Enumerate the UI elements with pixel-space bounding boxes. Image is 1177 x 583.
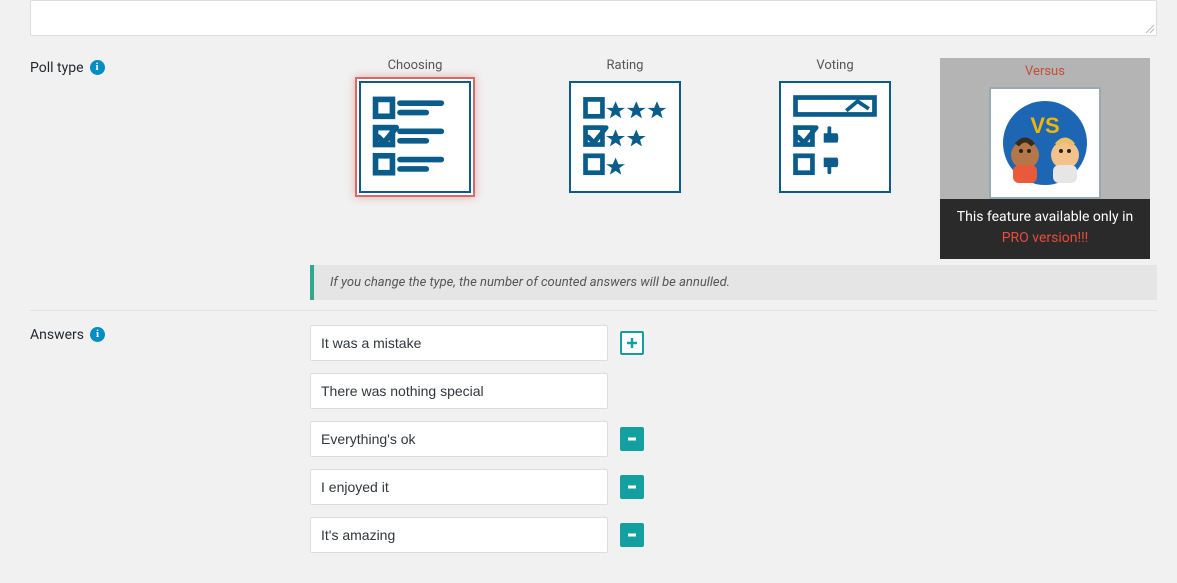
poll-type-voting[interactable]: Voting: [730, 58, 940, 259]
pro-overlay: This feature available only in PRO versi…: [940, 199, 1150, 259]
rating-icon: [569, 81, 681, 193]
poll-type-voting-title: Voting: [730, 58, 940, 73]
answers-section: Answers i: [30, 311, 1157, 563]
answer-input[interactable]: [310, 421, 608, 457]
poll-type-section: Poll type i Choosing: [30, 44, 1157, 311]
answer-input[interactable]: [310, 469, 608, 505]
answer-row: [310, 421, 1157, 457]
type-change-notice: If you change the type, the number of co…: [310, 265, 1157, 300]
answers-label: Answers: [30, 327, 84, 343]
poll-type-rating[interactable]: Rating: [520, 58, 730, 259]
answer-input[interactable]: [310, 373, 608, 409]
description-textarea[interactable]: [30, 0, 1157, 36]
poll-type-choosing[interactable]: Choosing: [310, 58, 520, 259]
answer-row: [310, 373, 1157, 409]
answer-input[interactable]: [310, 517, 608, 553]
poll-type-choosing-title: Choosing: [310, 58, 520, 73]
resize-handle-icon: [1144, 23, 1154, 33]
pro-overlay-line1: This feature available only in: [946, 207, 1144, 228]
remove-answer-button[interactable]: [620, 523, 644, 547]
answer-row: [310, 469, 1157, 505]
remove-answer-button[interactable]: [620, 427, 644, 451]
poll-type-versus-title: Versus: [940, 58, 1150, 79]
voting-icon: [779, 81, 891, 193]
poll-type-rating-title: Rating: [520, 58, 730, 73]
answer-row: [310, 325, 1157, 361]
add-answer-button[interactable]: [620, 331, 644, 355]
plus-icon: [625, 336, 639, 350]
remove-answer-button[interactable]: [620, 475, 644, 499]
poll-type-versus[interactable]: Versus VS: [940, 58, 1150, 259]
answer-row: [310, 517, 1157, 553]
answer-input[interactable]: [310, 325, 608, 361]
info-icon[interactable]: i: [90, 60, 105, 75]
poll-type-label: Poll type: [30, 60, 84, 76]
versus-icon: VS: [989, 87, 1101, 199]
info-icon[interactable]: i: [90, 327, 105, 342]
pro-version-link[interactable]: PRO version!!!: [946, 228, 1144, 249]
choosing-icon: [359, 81, 471, 193]
svg-text:VS: VS: [1030, 113, 1059, 138]
type-change-notice-text: If you change the type, the number of co…: [330, 275, 730, 290]
